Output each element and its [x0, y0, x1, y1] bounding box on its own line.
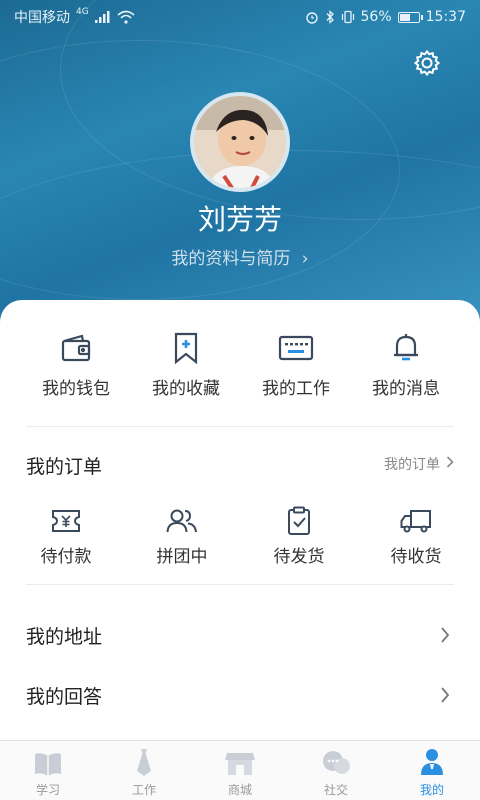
- tab-store[interactable]: 商城: [192, 741, 288, 800]
- group-users-icon: [127, 504, 237, 538]
- list-item-answers[interactable]: 我的回答: [0, 666, 480, 724]
- profile-resume-link[interactable]: 我的资料与简历 ›: [0, 244, 480, 269]
- wallet-icon: [21, 328, 131, 368]
- chevron-right-icon: ›: [301, 249, 309, 269]
- order-status-label: 待发货: [273, 547, 325, 567]
- order-to-receive[interactable]: 待收货: [361, 504, 471, 567]
- divider: [26, 426, 454, 427]
- carrier-name: 中国移动: [14, 10, 70, 26]
- store-icon: [192, 741, 288, 777]
- alarm-icon: [305, 10, 319, 24]
- keyboard-icon: [241, 328, 351, 368]
- order-pending-payment[interactable]: 待付款: [11, 504, 121, 567]
- network-type: 4G: [76, 7, 89, 17]
- order-status-label: 待收货: [390, 547, 442, 567]
- quick-action-label: 我的收藏: [152, 379, 220, 399]
- list-item-address[interactable]: 我的地址: [0, 606, 480, 664]
- clock-time: 15:37: [425, 9, 466, 25]
- tab-label: 我的: [419, 783, 444, 797]
- wifi-icon: [117, 10, 135, 24]
- battery-icon: [397, 11, 423, 23]
- avatar[interactable]: [190, 92, 290, 192]
- quick-action-label: 我的消息: [372, 379, 440, 399]
- tab-mine[interactable]: 我的: [384, 741, 480, 800]
- bell-icon: [351, 328, 461, 368]
- chevron-right-icon: [440, 686, 450, 708]
- bookmark-icon: [131, 328, 241, 368]
- vibrate-icon: [341, 10, 355, 24]
- clipboard-check-icon: [244, 504, 354, 538]
- quick-action-work[interactable]: 我的工作: [241, 328, 351, 399]
- all-orders-link[interactable]: 我的订单: [384, 454, 454, 474]
- quick-action-favorites[interactable]: 我的收藏: [131, 328, 241, 399]
- quick-action-label: 我的钱包: [42, 379, 110, 399]
- tie-icon: [96, 741, 192, 777]
- quick-action-wallet[interactable]: 我的钱包: [21, 328, 131, 399]
- payment-ticket-icon: [11, 504, 121, 538]
- bluetooth-icon: [325, 10, 335, 24]
- profile-resume-link-label: 我的资料与简历: [171, 249, 291, 269]
- all-orders-link-label: 我的订单: [384, 457, 440, 473]
- tab-work[interactable]: 工作: [96, 741, 192, 800]
- person-icon: [384, 741, 480, 777]
- bottom-tab-bar: 学习 工作 商城 社交 我的: [0, 740, 480, 800]
- battery-level: [399, 13, 410, 21]
- chevron-right-icon: [446, 456, 454, 472]
- delivery-truck-icon: [361, 504, 471, 538]
- orders-section-title: 我的订单: [26, 456, 103, 478]
- quick-action-messages[interactable]: 我的消息: [351, 328, 461, 399]
- order-group-buying[interactable]: 拼团中: [127, 504, 237, 567]
- tab-study[interactable]: 学习: [0, 741, 96, 800]
- order-to-ship[interactable]: 待发货: [244, 504, 354, 567]
- book-icon: [0, 741, 96, 777]
- tab-label: 工作: [131, 783, 156, 797]
- list-item-label: 我的地址: [26, 626, 103, 648]
- tab-label: 商城: [227, 783, 252, 797]
- quick-actions-row: 我的钱包 我的收藏 我的工作 我的消息: [0, 328, 480, 408]
- divider: [26, 584, 454, 585]
- battery-percent: 56%: [360, 9, 392, 25]
- order-status-label: 待付款: [40, 547, 92, 567]
- quick-action-label: 我的工作: [262, 379, 330, 399]
- chat-bubbles-icon: [288, 741, 384, 777]
- tab-social[interactable]: 社交: [288, 741, 384, 800]
- status-bar: 中国移动 4G 56% 15:37: [0, 0, 480, 34]
- tab-label: 社交: [323, 783, 348, 797]
- signal-icon: [94, 11, 111, 23]
- list-item-label: 我的回答: [26, 686, 103, 708]
- order-status-label: 拼团中: [156, 547, 208, 567]
- chevron-right-icon: [440, 626, 450, 648]
- tab-label: 学习: [35, 783, 60, 797]
- settings-gear-icon[interactable]: [412, 48, 442, 78]
- user-name: 刘芳芳: [197, 203, 282, 236]
